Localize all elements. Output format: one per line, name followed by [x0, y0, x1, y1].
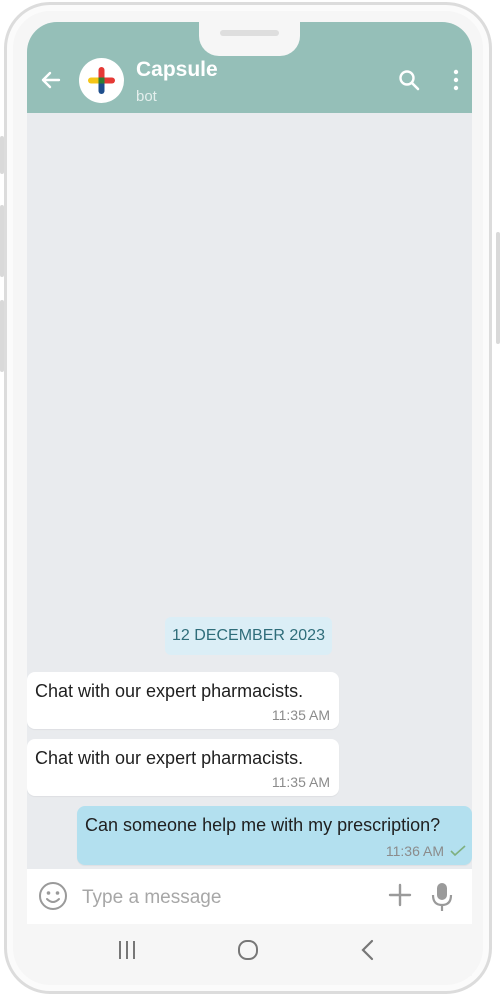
volume-up-button — [0, 205, 4, 277]
message-time: 11:35 AM — [271, 774, 330, 790]
message-text: Chat with our expert pharmacists. — [35, 681, 304, 701]
chat-subtitle: bot — [136, 88, 157, 105]
message-bubble-outgoing[interactable]: Can someone help me with my prescription… — [77, 806, 472, 865]
more-vertical-icon[interactable] — [445, 69, 467, 91]
message-bubble-incoming[interactable]: Chat with our expert pharmacists. 11:35 … — [27, 672, 339, 729]
message-input-bar — [27, 869, 472, 924]
back-arrow-icon[interactable] — [39, 69, 61, 91]
back-icon[interactable] — [355, 937, 381, 963]
avatar[interactable] — [79, 58, 124, 103]
speaker-grille — [220, 30, 279, 36]
message-bubble-incoming[interactable]: Chat with our expert pharmacists. 11:35 … — [27, 739, 339, 796]
sent-check-icon — [450, 845, 466, 857]
side-button — [0, 136, 4, 174]
recent-apps-icon[interactable] — [114, 937, 140, 963]
power-button — [496, 232, 500, 344]
emoji-icon[interactable] — [38, 881, 68, 911]
chat-screen: Capsule bot 12 DECEMBER 2023 Chat with o… — [27, 22, 472, 924]
date-divider: 12 DECEMBER 2023 — [165, 617, 332, 655]
system-navigation-bar — [27, 924, 472, 976]
chat-title[interactable]: Capsule — [136, 58, 218, 82]
camera-notch — [199, 20, 300, 56]
search-icon[interactable] — [398, 69, 420, 91]
message-text: Can someone help me with my prescription… — [85, 815, 441, 835]
microphone-icon[interactable] — [430, 881, 454, 913]
volume-down-button — [0, 300, 4, 372]
capsule-logo-icon — [88, 67, 115, 94]
plus-icon[interactable] — [388, 883, 412, 907]
message-time: 11:35 AM — [271, 707, 330, 723]
message-time: 11:36 AM — [385, 843, 444, 859]
message-input[interactable] — [82, 887, 362, 909]
message-text: Chat with our expert pharmacists. — [35, 748, 304, 768]
home-icon[interactable] — [235, 937, 261, 963]
